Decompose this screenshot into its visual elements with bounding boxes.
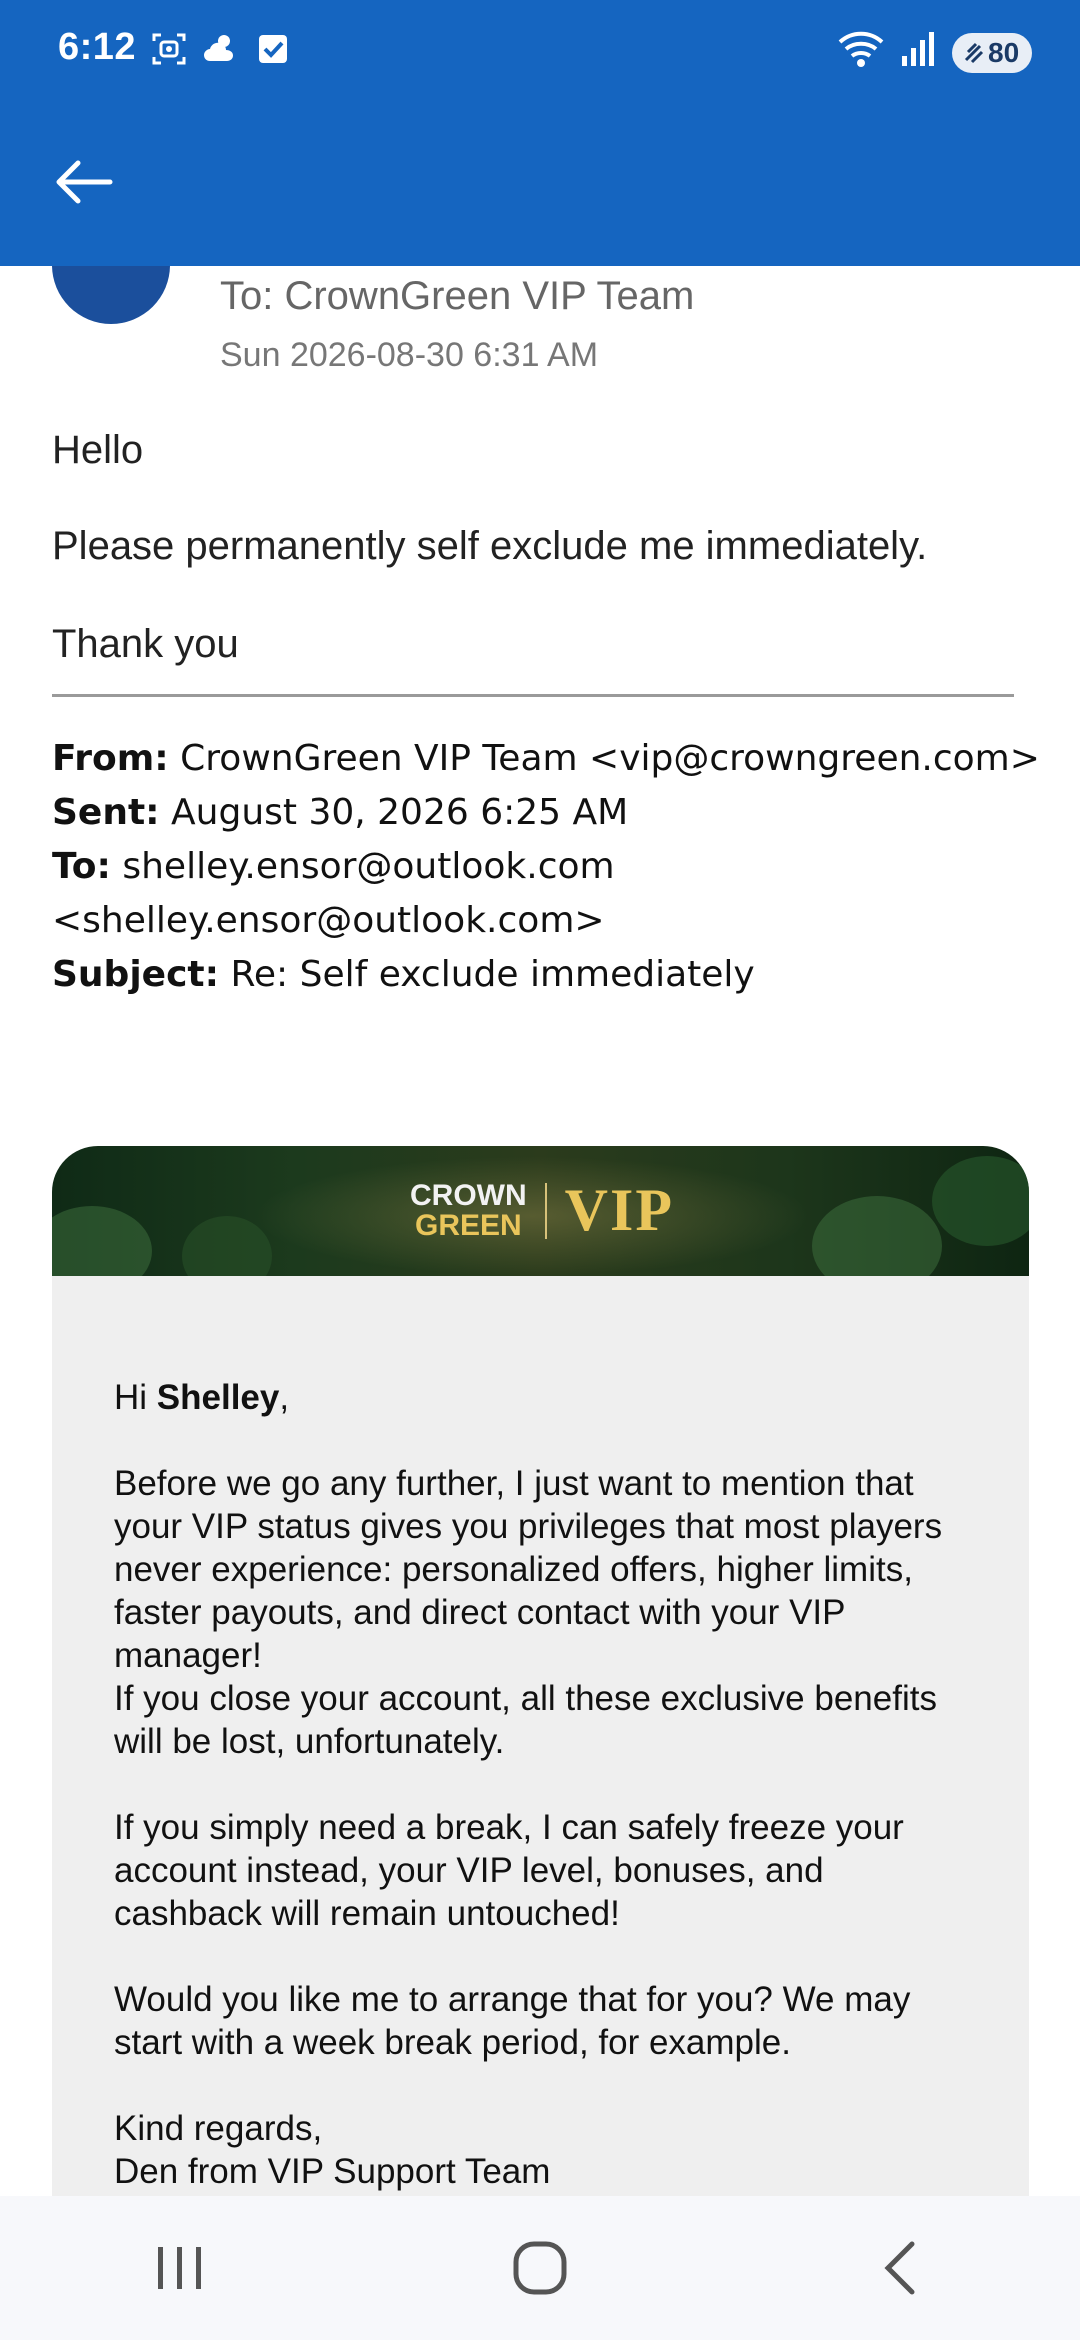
vip-closing: Kind regards,	[114, 2109, 323, 2148]
quoted-header: From: CrownGreen VIP Team <vip@crowngree…	[52, 732, 1052, 1002]
message-greeting: Hello	[52, 428, 144, 472]
screen: 6:12 80 To: CrownGreen VIP Team Sun 2026…	[0, 0, 1080, 2340]
message-body: Please permanently self exclude me immed…	[52, 524, 928, 568]
battery-level: 80	[988, 37, 1020, 68]
vip-paragraph-3: Would you like me to arrange that for yo…	[114, 1980, 911, 2062]
recents-button[interactable]	[100, 2218, 260, 2318]
vip-signature: Den from VIP Support Team	[114, 2152, 551, 2191]
recents-icon	[158, 2247, 201, 2289]
quote-divider	[52, 694, 1014, 697]
weather-icon	[202, 30, 240, 68]
email-date: Sun 2026-08-30 6:31 AM	[220, 336, 599, 374]
signal-icon	[900, 28, 940, 78]
vip-greeting: Hi Shelley,	[114, 1378, 290, 1417]
status-bar: 6:12 80	[0, 0, 1080, 100]
home-icon	[513, 2241, 567, 2295]
quoted-subject: Subject: Re: Self exclude immediately	[52, 954, 755, 995]
battery-indicator: 80	[952, 33, 1032, 73]
vip-banner: CROWN GREEN VIP	[52, 1146, 1029, 1276]
app-bar: 6:12 80	[0, 0, 1080, 266]
email-recipient: To: CrownGreen VIP Team	[220, 274, 695, 318]
vip-paragraph-2: If you simply need a break, I can safely…	[114, 1808, 904, 1933]
vip-email-card: CROWN GREEN VIP Hi Shelley, Before we go…	[52, 1146, 1029, 2196]
crowngreen-vip-logo: CROWN GREEN VIP	[410, 1177, 674, 1243]
back-chevron-icon	[884, 2241, 915, 2295]
sender-avatar	[52, 266, 170, 324]
nav-back-button[interactable]	[820, 2218, 980, 2318]
status-time: 6:12	[58, 26, 137, 68]
vip-paragraph-1b: If you close your account, all these exc…	[114, 1679, 937, 1761]
checkbox-icon	[254, 30, 292, 68]
email-content[interactable]: To: CrownGreen VIP Team Sun 2026-08-30 6…	[0, 266, 1080, 2196]
vip-card-body: Hi Shelley, Before we go any further, I …	[52, 1276, 1029, 2196]
screenshot-icon	[150, 30, 188, 68]
message-signoff: Thank you	[52, 622, 239, 666]
status-notification-icons	[150, 30, 292, 68]
home-button[interactable]	[460, 2218, 620, 2318]
quoted-sent: Sent: August 30, 2026 6:25 AM	[52, 792, 629, 833]
quoted-to: To: shelley.ensor@outlook.com <shelley.e…	[52, 846, 615, 941]
battery-saver-icon	[964, 42, 984, 64]
back-button[interactable]	[48, 152, 120, 212]
system-nav-bar	[0, 2196, 1080, 2340]
quoted-from: From: CrownGreen VIP Team <vip@crowngree…	[52, 738, 1040, 779]
vip-paragraph-1a: Before we go any further, I just want to…	[114, 1464, 943, 1675]
wifi-icon	[836, 28, 888, 78]
arrow-left-icon	[56, 160, 113, 204]
status-system-icons: 80	[836, 28, 1032, 78]
